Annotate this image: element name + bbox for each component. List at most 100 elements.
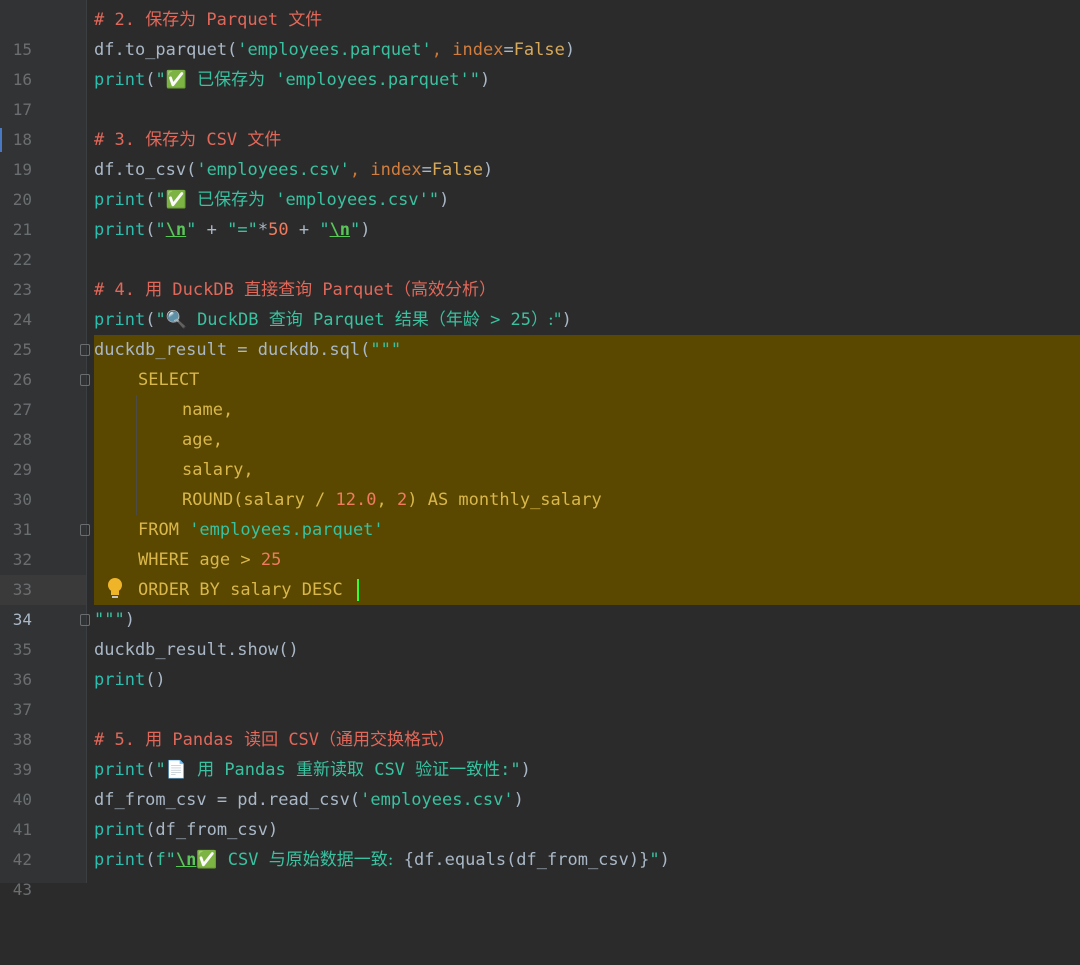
sql-token: age, xyxy=(182,430,223,450)
line-text[interactable]: duckdb_result = duckdb.sql(""" xyxy=(94,335,401,365)
string-token: Parquet xyxy=(302,310,395,330)
code-line[interactable]: 24 # 4. 用 DuckDB 直接查询 Parquet（高效分析） xyxy=(0,275,1080,329)
sql-token: monthly_salary xyxy=(448,490,602,510)
string-token: ✅ CSV xyxy=(196,850,269,870)
code-token: ( xyxy=(145,850,156,870)
escape-token: \n xyxy=(165,220,187,240)
code-line[interactable]: 39 # 5. 用 Pandas 读回 CSV（通用交换格式） xyxy=(0,725,1080,779)
line-text[interactable]: duckdb_result.show() xyxy=(94,635,299,665)
line-text[interactable]: ORDER BY salary DESC xyxy=(138,575,343,605)
code-token: ) xyxy=(439,190,450,210)
string-token: 结果（年龄 xyxy=(394,310,480,330)
builtin-token: print xyxy=(94,220,146,240)
builtin-token: print xyxy=(94,190,146,210)
sql-token: , xyxy=(376,490,397,510)
code-line[interactable]: 18 xyxy=(0,95,1080,149)
code-token: ) xyxy=(124,610,135,630)
string-token: 重新读取 xyxy=(295,760,364,780)
number-token: 25 xyxy=(260,550,282,570)
code-token: ( xyxy=(145,220,156,240)
line-text[interactable]: print(f"\n✅ CSV 与原始数据一致: {df.equals(df_f… xyxy=(94,845,670,875)
string-token: 'employees.csv' xyxy=(196,160,350,180)
code-line[interactable]: 43 print(f"\n✅ CSV 与原始数据一致: {df.equals(d… xyxy=(0,845,1080,899)
line-text[interactable]: salary, xyxy=(182,455,254,485)
line-text[interactable]: df_from_csv = pd.read_csv('employees.csv… xyxy=(94,785,524,815)
code-line[interactable]: 26 duckdb_result = duckdb.sql(""" xyxy=(0,335,1080,389)
line-text[interactable]: # 4. 用 DuckDB 直接查询 Parquet（高效分析） xyxy=(94,275,496,305)
code-line[interactable]: 27 SELECT xyxy=(0,365,1080,419)
code-line[interactable]: 42 print(df_from_csv) xyxy=(0,815,1080,869)
line-text[interactable]: df.to_parquet('employees.parquet', index… xyxy=(94,35,575,65)
string-token: """ xyxy=(94,610,125,630)
code-editor[interactable]: 15 # 2. 保存为 Parquet 文件 16 df.to_parquet(… xyxy=(0,0,1080,899)
code-line[interactable]: 17 print("✅ 已保存为 'employees.parquet'") xyxy=(0,65,1080,119)
line-text[interactable]: df.to_csv('employees.csv', index=False) xyxy=(94,155,493,185)
line-text[interactable]: # 3. 保存为 CSV 文件 xyxy=(94,125,281,155)
comment-token: 文件 xyxy=(288,10,323,30)
code-token: ( xyxy=(145,760,156,780)
lightbulb-icon[interactable] xyxy=(104,575,126,605)
string-token: " xyxy=(319,220,330,240)
sql-keyword-token: ORDER BY xyxy=(138,580,231,600)
comment-token: 读回 xyxy=(244,730,279,750)
code-line[interactable]: 32 FROM 'employees.parquet' xyxy=(0,515,1080,569)
line-text[interactable]: print("✅ 已保存为 'employees.csv'") xyxy=(94,185,449,215)
code-line[interactable]: 31 ROUND(salary / 12.0, 2) AS monthly_sa… xyxy=(0,485,1080,539)
line-text[interactable]: # 5. 用 Pandas 读回 CSV（通用交换格式） xyxy=(94,725,455,755)
string-token: f" xyxy=(155,850,176,870)
string-token: " xyxy=(186,220,197,240)
string-token: 查询 xyxy=(268,310,303,330)
line-text[interactable]: FROM 'employees.parquet' xyxy=(138,515,384,545)
code-line[interactable]: 15 # 2. 保存为 Parquet 文件 xyxy=(0,5,1080,59)
sql-token: salary, xyxy=(182,460,254,480)
line-text[interactable]: print() xyxy=(94,665,166,695)
code-line[interactable]: 36 duckdb_result.show() xyxy=(0,635,1080,689)
code-line[interactable]: 16 df.to_parquet('employees.parquet', in… xyxy=(0,35,1080,89)
string-token: ）:" xyxy=(531,310,562,330)
line-text[interactable]: print("🔍 DuckDB 查询 Parquet 结果（年龄 > 25）:"… xyxy=(94,305,572,335)
code-line[interactable]: 30 salary, xyxy=(0,455,1080,509)
code-line[interactable]: 28 name, xyxy=(0,395,1080,449)
code-token: ( xyxy=(145,310,156,330)
line-text[interactable]: name, xyxy=(182,395,233,425)
code-line[interactable]: 41 df_from_csv = pd.read_csv('employees.… xyxy=(0,785,1080,839)
line-number: 43 xyxy=(12,880,32,899)
line-text[interactable]: print(df_from_csv) xyxy=(94,815,278,845)
code-line[interactable]: 21 print("✅ 已保存为 'employees.csv'") xyxy=(0,185,1080,239)
line-text[interactable]: age, xyxy=(182,425,223,455)
comment-token: DuckDB xyxy=(162,280,245,300)
line-text[interactable]: print("✅ 已保存为 'employees.parquet'") xyxy=(94,65,490,95)
code-line[interactable]: 20 df.to_csv('employees.csv', index=Fals… xyxy=(0,155,1080,209)
code-line[interactable]: 19 # 3. 保存为 CSV 文件 xyxy=(0,125,1080,179)
line-text[interactable]: print("\n" + "="*50 + "\n") xyxy=(94,215,371,245)
code-line[interactable]: 34 ORDER BY salary DESC xyxy=(0,575,1080,629)
code-line[interactable]: 23 xyxy=(0,245,1080,299)
line-text[interactable]: """) xyxy=(94,605,135,635)
string-token: Pandas xyxy=(214,760,296,780)
line-text[interactable]: ROUND(salary / 12.0, 2) AS monthly_salar… xyxy=(182,485,602,515)
code-token: + xyxy=(196,220,228,240)
line-text[interactable]: print("📄 用 Pandas 重新读取 CSV 验证一致性:") xyxy=(94,755,531,785)
string-token: "✅ xyxy=(155,70,198,90)
comment-token: （高效分析） xyxy=(393,280,496,300)
code-line[interactable]: 25 print("🔍 DuckDB 查询 Parquet 结果（年龄 > 25… xyxy=(0,305,1080,359)
code-line[interactable]: 29 age, xyxy=(0,425,1080,479)
code-token: = xyxy=(421,160,432,180)
line-text[interactable]: WHERE age > 25 xyxy=(138,545,281,575)
escape-token: \n xyxy=(329,220,351,240)
code-line[interactable]: 40 print("📄 用 Pandas 重新读取 CSV 验证一致性:") xyxy=(0,755,1080,809)
string-token: 'employees.csv'" xyxy=(265,190,440,210)
builtin-token: print xyxy=(94,820,146,840)
string-token: 'employees.parquet'" xyxy=(265,70,481,90)
line-text[interactable]: # 2. 保存为 Parquet 文件 xyxy=(94,5,322,35)
comment-token: Parquet xyxy=(196,10,289,30)
code-line[interactable]: 35 """) xyxy=(0,605,1080,659)
code-line[interactable]: 38 xyxy=(0,695,1080,749)
code-token: ( xyxy=(145,70,156,90)
string-token: "✅ xyxy=(155,190,198,210)
line-text[interactable]: SELECT xyxy=(138,365,199,395)
number-token: 50 xyxy=(268,220,289,240)
code-line[interactable]: 37 print() xyxy=(0,665,1080,719)
code-line[interactable]: 22 print("\n" + "="*50 + "\n") xyxy=(0,215,1080,269)
code-line[interactable]: 33 WHERE age > 25 xyxy=(0,545,1080,599)
